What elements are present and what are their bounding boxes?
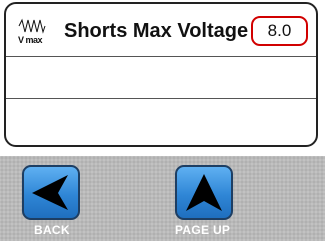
shorts-max-voltage-row: V max Shorts Max Voltage 8.0 [6,4,316,57]
empty-row [6,98,316,139]
left-arrow-icon [32,175,68,210]
vmax-label: V max [18,35,43,45]
empty-row [6,57,316,99]
voltage-value-field[interactable]: 8.0 [251,16,308,46]
page-up-label: PAGE UP [175,223,231,237]
bottom-toolbar: BACK PAGE UP [0,156,325,241]
back-button[interactable] [22,165,80,220]
page-up-button[interactable] [175,165,233,220]
setting-title: Shorts Max Voltage [64,20,249,42]
vmax-waveform-icon: V max [18,17,46,47]
settings-panel: V max Shorts Max Voltage 8.0 [4,2,318,147]
back-label: BACK [34,223,70,237]
waveform-icon [18,18,46,34]
up-arrow-icon [186,174,222,211]
